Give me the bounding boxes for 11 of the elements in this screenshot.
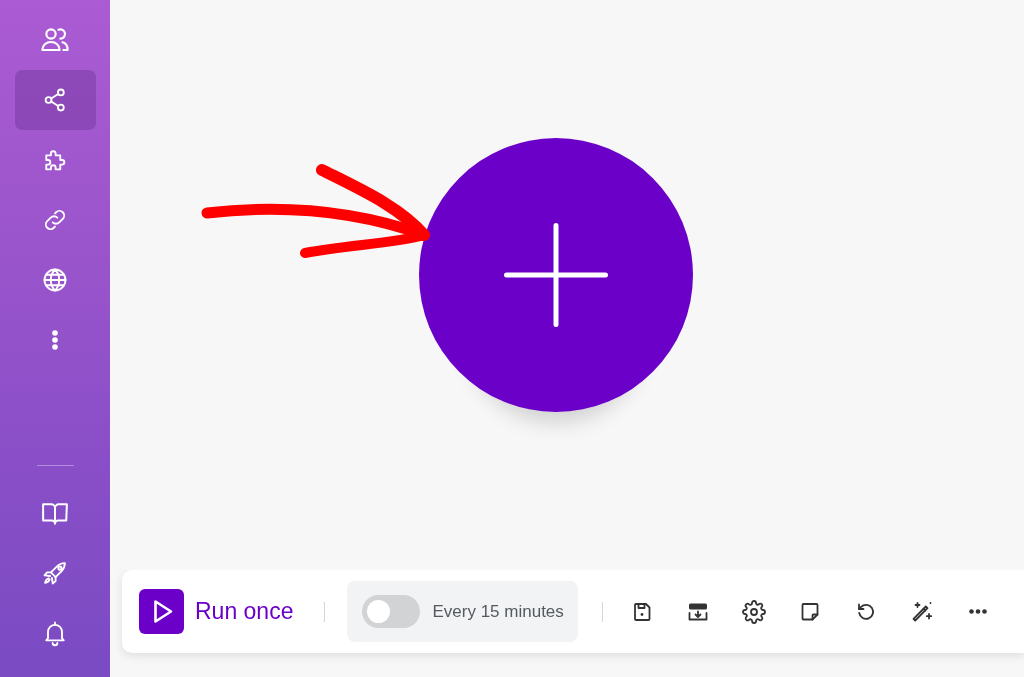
settings-icon [741, 599, 766, 624]
run-once-button[interactable]: Run once [139, 589, 294, 634]
play-icon [139, 589, 184, 634]
schedule-toggle[interactable] [362, 595, 421, 628]
more-horizontal-icon [968, 609, 987, 614]
sidebar-item[interactable] [14, 70, 96, 130]
rocket-icon [41, 559, 69, 587]
globe-icon [41, 266, 69, 294]
plus-icon [504, 223, 608, 327]
schedule-label: Every 15 minutes [432, 601, 564, 622]
more-vertical-icon [52, 330, 58, 350]
